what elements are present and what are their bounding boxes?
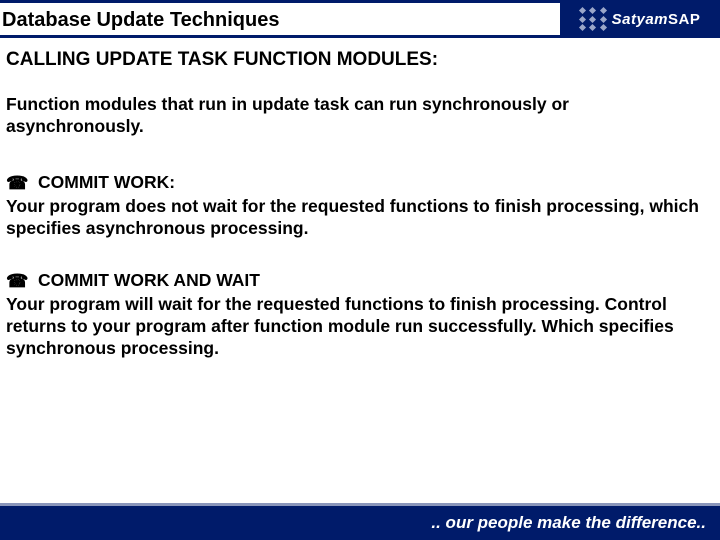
content-subtitle: CALLING UPDATE TASK FUNCTION MODULES: bbox=[6, 48, 710, 72]
brand-logo-block: SatyamSAP bbox=[560, 0, 720, 38]
brand-main: Satyam bbox=[612, 11, 668, 28]
bullet-head: ☎ COMMIT WORK AND WAIT bbox=[6, 270, 710, 293]
bullet-block: ☎ COMMIT WORK: Your program does not wai… bbox=[6, 172, 710, 240]
brand-text: SatyamSAP bbox=[612, 11, 701, 28]
bullet-title: COMMIT WORK: bbox=[38, 172, 175, 194]
title-wrap: Database Update Techniques bbox=[0, 0, 560, 38]
footer-bar: .. our people make the difference.. bbox=[0, 503, 720, 540]
bullet-head: ☎ COMMIT WORK: bbox=[6, 172, 710, 195]
footer-tagline: .. our people make the difference.. bbox=[431, 513, 706, 533]
bullet-title: COMMIT WORK AND WAIT bbox=[38, 270, 260, 292]
brand-sap: SAP bbox=[668, 11, 700, 28]
slide: Database Update Techniques SatyamSAP CAL… bbox=[0, 0, 720, 540]
bullet-body: Your program does not wait for the reque… bbox=[6, 196, 710, 240]
bullet-block: ☎ COMMIT WORK AND WAIT Your program will… bbox=[6, 270, 710, 360]
slide-title: Database Update Techniques bbox=[0, 3, 560, 38]
content-area: CALLING UPDATE TASK FUNCTION MODULES: Fu… bbox=[0, 38, 720, 503]
intro-paragraph: Function modules that run in update task… bbox=[6, 94, 710, 138]
phone-icon: ☎ bbox=[6, 270, 26, 293]
header-bar: Database Update Techniques SatyamSAP bbox=[0, 0, 720, 38]
bullet-body: Your program will wait for the requested… bbox=[6, 294, 710, 360]
satyam-diamond-icon bbox=[580, 8, 606, 30]
phone-icon: ☎ bbox=[6, 172, 26, 195]
